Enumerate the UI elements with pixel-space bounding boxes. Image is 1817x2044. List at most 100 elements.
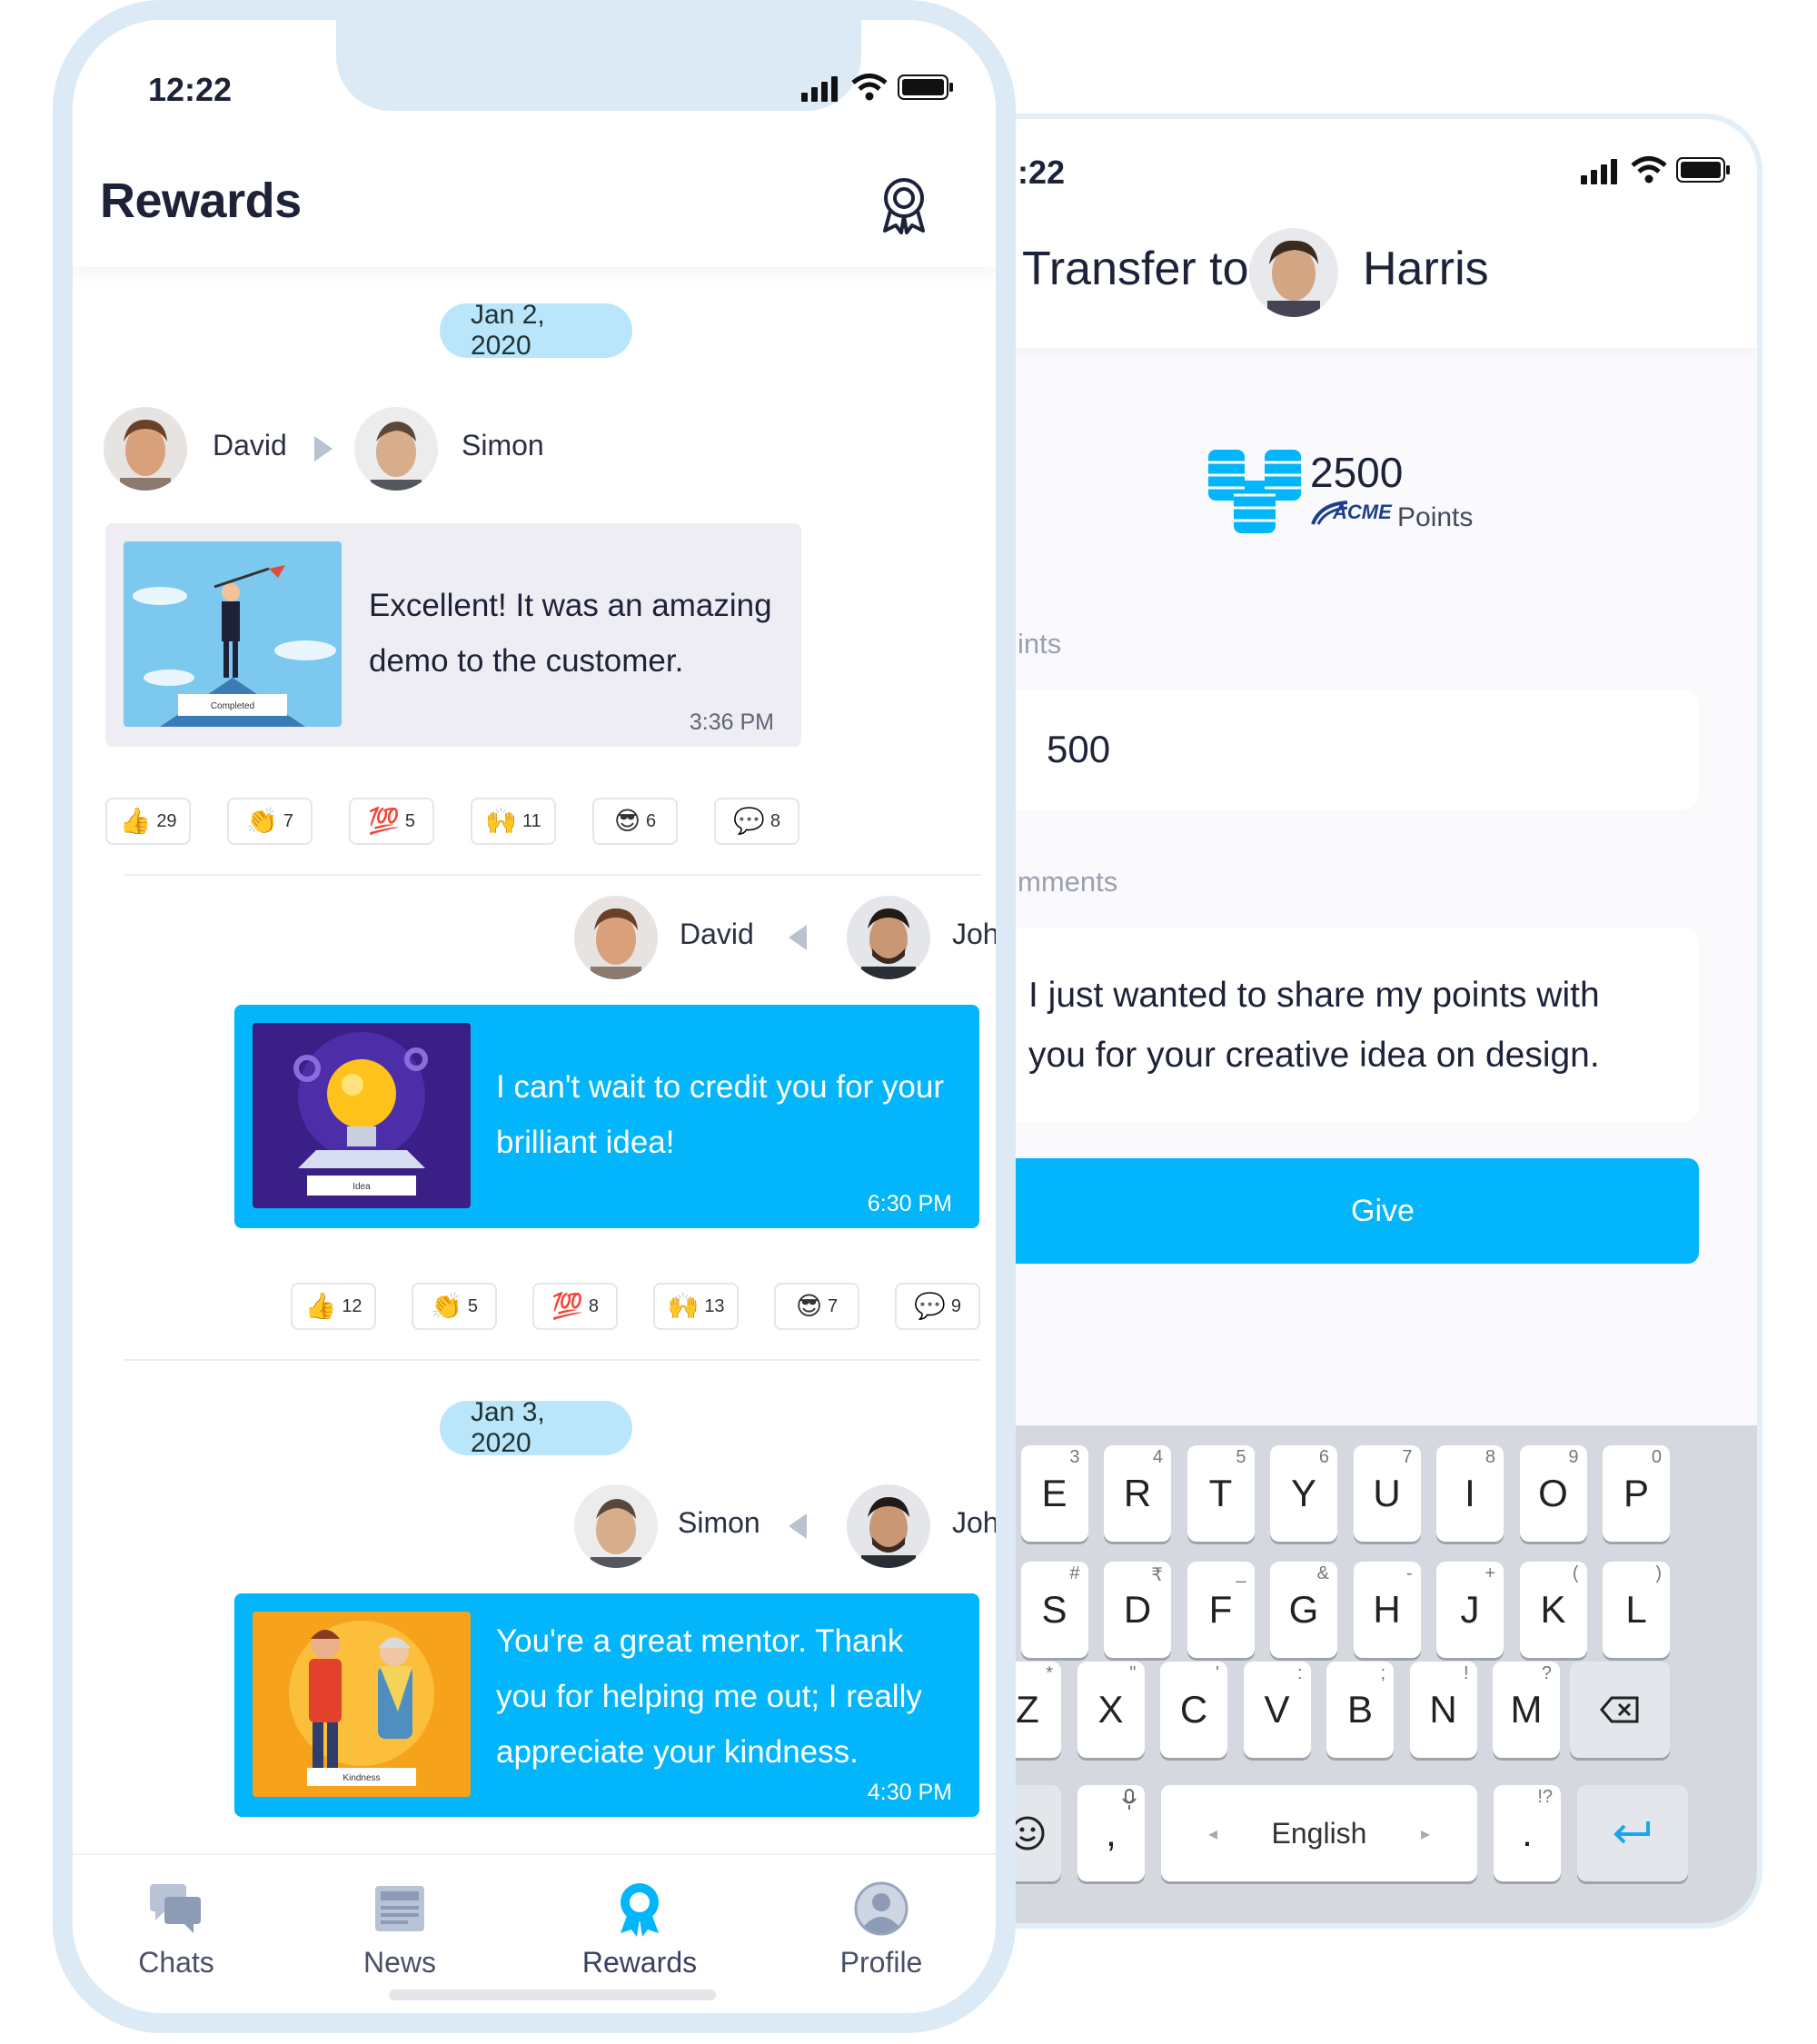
tab-rewards[interactable]: Rewards bbox=[567, 1880, 712, 1980]
status-time: :22 bbox=[1018, 154, 1066, 191]
points-input[interactable] bbox=[981, 690, 1690, 809]
key-hint: # bbox=[1069, 1563, 1080, 1583]
transfer-title: Transfer to bbox=[1022, 243, 1249, 295]
tab-profile[interactable]: Profile bbox=[809, 1880, 954, 1980]
key[interactable]: & G bbox=[1270, 1562, 1337, 1658]
key-enter[interactable] bbox=[1577, 1785, 1688, 1881]
key-period[interactable]: !? . bbox=[1494, 1785, 1561, 1881]
key-label: O bbox=[1538, 1472, 1568, 1514]
tab-chats[interactable]: Chats bbox=[104, 1880, 249, 1980]
microphone-icon bbox=[1122, 1789, 1137, 1810]
key-hint: + bbox=[1484, 1563, 1495, 1583]
profile-icon bbox=[854, 1881, 908, 1936]
award-icon[interactable] bbox=[872, 173, 936, 236]
message-image: Completed bbox=[124, 541, 342, 727]
key[interactable]: :V bbox=[1243, 1662, 1311, 1758]
battery-icon bbox=[1676, 157, 1730, 183]
key-space[interactable]: ◂ English ▸ bbox=[1161, 1785, 1477, 1881]
key[interactable]: ; B bbox=[1326, 1662, 1394, 1758]
give-button[interactable]: Give bbox=[963, 1158, 1699, 1264]
key[interactable]: ' C bbox=[1160, 1662, 1227, 1758]
message-text: You're a great mentor. Thank you for hel… bbox=[496, 1623, 922, 1770]
reaction-count: 9 bbox=[950, 1295, 961, 1316]
reaction-count: 6 bbox=[646, 810, 657, 831]
tab-label: News bbox=[362, 1946, 436, 1979]
key[interactable]: ₹ D bbox=[1104, 1562, 1171, 1658]
avatar-david bbox=[104, 407, 187, 491]
key-label: N bbox=[1429, 1688, 1457, 1731]
key-period-label: . bbox=[1522, 1811, 1533, 1854]
phone-notch bbox=[336, 20, 861, 111]
reaction-chip[interactable]: 💬 8 bbox=[714, 798, 799, 845]
recipient-name: Harris bbox=[1363, 243, 1489, 295]
key-label: X bbox=[1097, 1688, 1124, 1731]
reaction-emoji: 👏 bbox=[431, 1292, 462, 1320]
tab-label: Rewards bbox=[581, 1946, 698, 1979]
key[interactable]: 7U bbox=[1353, 1445, 1421, 1542]
key[interactable]: # S bbox=[1020, 1562, 1088, 1658]
reaction-chip[interactable]: 👍 12 bbox=[291, 1283, 376, 1330]
key[interactable]: + J bbox=[1436, 1562, 1504, 1658]
message-bubble[interactable]: Completed Excellent! It was an amazing d… bbox=[105, 523, 801, 747]
key[interactable]: (K bbox=[1519, 1562, 1587, 1658]
chevron-left-icon: ◂ bbox=[1208, 1823, 1218, 1844]
wifi-icon bbox=[851, 74, 888, 101]
key-label: S bbox=[1041, 1588, 1067, 1631]
reaction-chip[interactable]: 👏 7 bbox=[227, 798, 313, 845]
reaction-chip[interactable]: 😎 7 bbox=[774, 1283, 859, 1330]
recipient-name: Simon bbox=[678, 1506, 760, 1539]
tab-news[interactable]: News bbox=[327, 1880, 472, 1980]
key[interactable]: 5T bbox=[1187, 1445, 1255, 1542]
key-backspace[interactable] bbox=[1570, 1662, 1670, 1758]
reaction-chip[interactable]: 💯 8 bbox=[532, 1283, 618, 1330]
key[interactable]: 8I bbox=[1436, 1445, 1504, 1542]
key[interactable]: _ F bbox=[1187, 1562, 1255, 1658]
news-icon bbox=[375, 1886, 424, 1931]
message-image: Kindness bbox=[253, 1612, 471, 1797]
key-hint: 7 bbox=[1402, 1447, 1413, 1467]
avatar-john bbox=[847, 1484, 930, 1568]
sender-name: John bbox=[952, 918, 1016, 950]
reaction-emoji: 🙌 bbox=[485, 807, 518, 835]
key-hint: ) bbox=[1655, 1563, 1662, 1583]
comments-input[interactable]: I just wanted to share my points with yo… bbox=[1028, 966, 1655, 1086]
key-label: T bbox=[1208, 1472, 1233, 1514]
message-bubble[interactable]: Kindness You're a great mentor. Thank yo… bbox=[234, 1593, 979, 1817]
reaction-chip[interactable]: 👍 29 bbox=[105, 798, 191, 845]
rewards-icon bbox=[621, 1883, 659, 1937]
key[interactable]: ! N bbox=[1409, 1662, 1477, 1758]
reaction-count: 5 bbox=[467, 1295, 478, 1316]
key[interactable]: 3E bbox=[1020, 1445, 1088, 1542]
reaction-chip[interactable]: 🙌 11 bbox=[471, 798, 556, 845]
reaction-chip[interactable]: 😎 6 bbox=[592, 798, 678, 845]
key[interactable]: ? M bbox=[1493, 1662, 1560, 1758]
reaction-chip[interactable]: 👏 5 bbox=[412, 1283, 497, 1330]
key[interactable]: ) L bbox=[1603, 1562, 1670, 1658]
reaction-count: 7 bbox=[283, 810, 293, 831]
message-bubble[interactable]: Idea I can't wait to credit you for your… bbox=[234, 1005, 979, 1228]
key[interactable]: -H bbox=[1353, 1562, 1421, 1658]
home-indicator bbox=[389, 1989, 716, 2000]
key[interactable]: " X bbox=[1077, 1662, 1145, 1758]
reaction-chip[interactable]: 💯 5 bbox=[349, 798, 434, 845]
key[interactable]: 6Y bbox=[1270, 1445, 1337, 1542]
reaction-chip[interactable]: 💬 9 bbox=[895, 1283, 980, 1330]
divider bbox=[124, 874, 981, 876]
key[interactable]: 9O bbox=[1519, 1445, 1587, 1542]
key-hint: ! bbox=[1463, 1663, 1469, 1683]
key[interactable]: 0P bbox=[1603, 1445, 1670, 1542]
avatar-john bbox=[847, 896, 930, 979]
avatar-david bbox=[574, 896, 658, 979]
reaction-emoji: 💯 bbox=[368, 807, 400, 835]
signal-icon bbox=[801, 76, 838, 102]
key-label: Y bbox=[1290, 1472, 1316, 1514]
chats-icon bbox=[150, 1884, 201, 1933]
chevron-right-icon: ▸ bbox=[1420, 1823, 1430, 1844]
key-hint: 9 bbox=[1568, 1447, 1579, 1467]
key-label: I bbox=[1465, 1472, 1475, 1514]
key-comma[interactable]: , bbox=[1077, 1785, 1145, 1881]
key-hint: 4 bbox=[1152, 1447, 1163, 1467]
sender-name: David bbox=[213, 429, 287, 461]
key[interactable]: 4R bbox=[1104, 1445, 1171, 1542]
reaction-chip[interactable]: 🙌 13 bbox=[653, 1283, 739, 1330]
